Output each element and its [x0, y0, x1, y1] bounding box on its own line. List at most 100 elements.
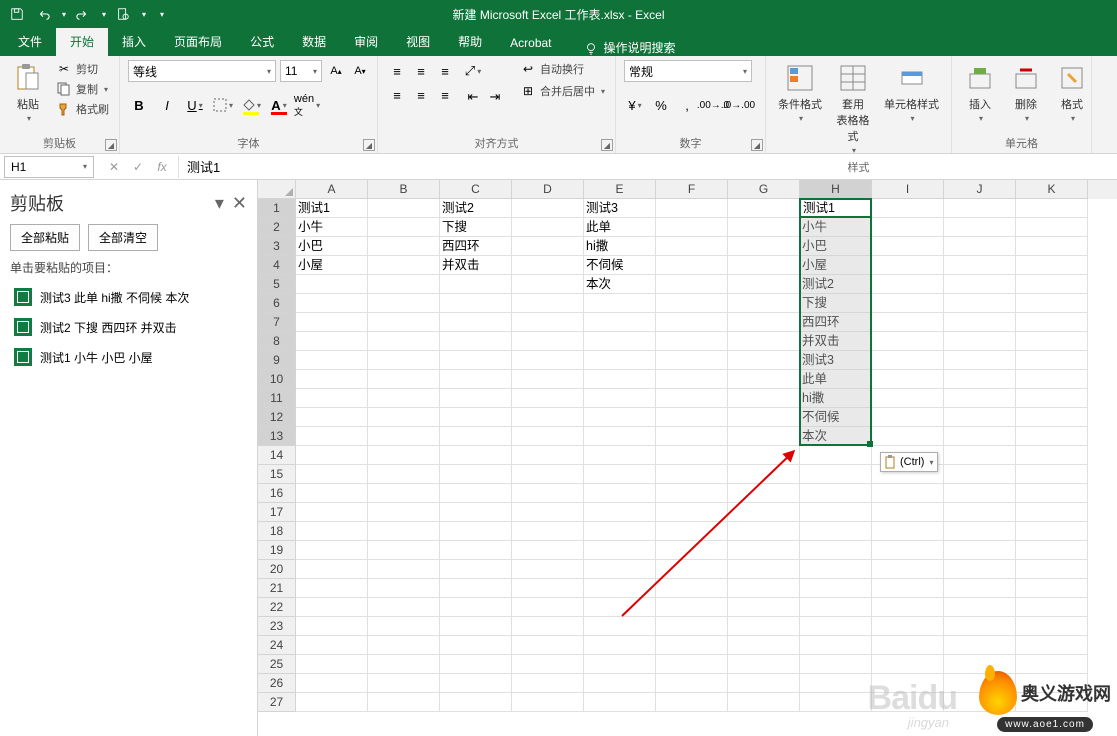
cell[interactable] — [1016, 199, 1088, 218]
cell[interactable] — [728, 617, 800, 636]
cell[interactable] — [656, 351, 728, 370]
italic-button[interactable]: I — [156, 94, 178, 116]
clipboard-item[interactable]: 测试2 下搜 西四环 并双击 — [10, 312, 247, 342]
cell[interactable] — [440, 541, 512, 560]
cell[interactable] — [800, 446, 872, 465]
cancel-icon[interactable]: ✕ — [106, 160, 122, 174]
cell[interactable] — [584, 446, 656, 465]
cell[interactable] — [296, 408, 368, 427]
cell[interactable] — [368, 541, 440, 560]
cell[interactable] — [872, 541, 944, 560]
cell[interactable] — [944, 237, 1016, 256]
cell[interactable]: 测试3 — [800, 351, 872, 370]
cell[interactable]: 测试3 — [584, 199, 656, 218]
row-header[interactable]: 25 — [258, 655, 296, 674]
cell[interactable] — [512, 560, 584, 579]
cell[interactable] — [944, 275, 1016, 294]
row-header[interactable]: 24 — [258, 636, 296, 655]
cell[interactable] — [368, 636, 440, 655]
cell[interactable] — [512, 294, 584, 313]
cell[interactable] — [944, 408, 1016, 427]
cell[interactable] — [584, 560, 656, 579]
cell[interactable] — [440, 275, 512, 294]
cell[interactable] — [656, 655, 728, 674]
cell[interactable] — [872, 313, 944, 332]
cell[interactable] — [1016, 351, 1088, 370]
accounting-format-button[interactable]: ¥▾ — [624, 94, 646, 116]
cell[interactable] — [728, 199, 800, 218]
comma-button[interactable]: , — [676, 94, 698, 116]
cell[interactable] — [944, 389, 1016, 408]
cell[interactable] — [512, 199, 584, 218]
cell[interactable] — [440, 294, 512, 313]
cell[interactable] — [944, 199, 1016, 218]
font-dialog-launcher[interactable]: ◢ — [363, 139, 375, 151]
cell[interactable] — [944, 465, 1016, 484]
cell[interactable] — [1016, 332, 1088, 351]
decrease-decimal-icon[interactable]: .0→.00 — [728, 94, 750, 116]
cell[interactable] — [800, 674, 872, 693]
cell[interactable] — [584, 693, 656, 712]
cell[interactable] — [800, 484, 872, 503]
cell[interactable] — [296, 389, 368, 408]
row-header[interactable]: 19 — [258, 541, 296, 560]
cell[interactable] — [872, 294, 944, 313]
cell[interactable]: 小牛 — [800, 218, 872, 237]
cell[interactable] — [656, 598, 728, 617]
cell[interactable] — [368, 693, 440, 712]
cell[interactable] — [728, 674, 800, 693]
cell[interactable] — [656, 275, 728, 294]
decrease-indent-icon[interactable]: ⇤ — [462, 86, 484, 108]
cell[interactable] — [368, 598, 440, 617]
cell[interactable] — [584, 313, 656, 332]
cell[interactable] — [656, 294, 728, 313]
cell[interactable] — [872, 484, 944, 503]
cell[interactable] — [800, 655, 872, 674]
tab-insert[interactable]: 插入 — [108, 27, 160, 56]
cell[interactable] — [872, 503, 944, 522]
cell[interactable] — [1016, 294, 1088, 313]
row-header[interactable]: 18 — [258, 522, 296, 541]
cell[interactable] — [800, 465, 872, 484]
column-header[interactable]: J — [944, 180, 1016, 199]
cell[interactable] — [656, 256, 728, 275]
clipboard-item[interactable]: 测试1 小牛 小巴 小屋 — [10, 342, 247, 372]
cell[interactable] — [872, 560, 944, 579]
alignment-dialog-launcher[interactable]: ◢ — [601, 139, 613, 151]
cell[interactable] — [368, 446, 440, 465]
cell[interactable] — [440, 522, 512, 541]
cell[interactable]: 不伺候 — [584, 256, 656, 275]
cell[interactable] — [944, 446, 1016, 465]
cell[interactable] — [728, 218, 800, 237]
cell[interactable] — [1016, 636, 1088, 655]
undo-icon[interactable] — [34, 5, 52, 23]
cell[interactable] — [584, 617, 656, 636]
cell[interactable] — [872, 427, 944, 446]
cell[interactable] — [584, 674, 656, 693]
cell[interactable] — [440, 427, 512, 446]
cell[interactable] — [1016, 465, 1088, 484]
cell[interactable] — [656, 408, 728, 427]
cell[interactable] — [296, 313, 368, 332]
column-header[interactable]: G — [728, 180, 800, 199]
clipboard-item[interactable]: 测试3 此单 hi撒 不伺候 本次 — [10, 282, 247, 312]
tab-data[interactable]: 数据 — [288, 27, 340, 56]
cell[interactable] — [944, 332, 1016, 351]
cell[interactable] — [440, 598, 512, 617]
font-size-combo[interactable]: 11▾ — [280, 60, 322, 82]
cell[interactable] — [440, 408, 512, 427]
cell[interactable] — [1016, 256, 1088, 275]
row-header[interactable]: 8 — [258, 332, 296, 351]
cell[interactable] — [728, 332, 800, 351]
cell[interactable] — [1016, 484, 1088, 503]
cell[interactable] — [944, 503, 1016, 522]
cell[interactable] — [368, 275, 440, 294]
tell-me-search[interactable]: 操作说明搜索 — [584, 39, 676, 56]
cell[interactable] — [440, 503, 512, 522]
cell[interactable] — [368, 465, 440, 484]
row-header[interactable]: 22 — [258, 598, 296, 617]
cell[interactable] — [656, 218, 728, 237]
cell[interactable] — [512, 408, 584, 427]
tab-help[interactable]: 帮助 — [444, 27, 496, 56]
cell[interactable] — [1016, 408, 1088, 427]
